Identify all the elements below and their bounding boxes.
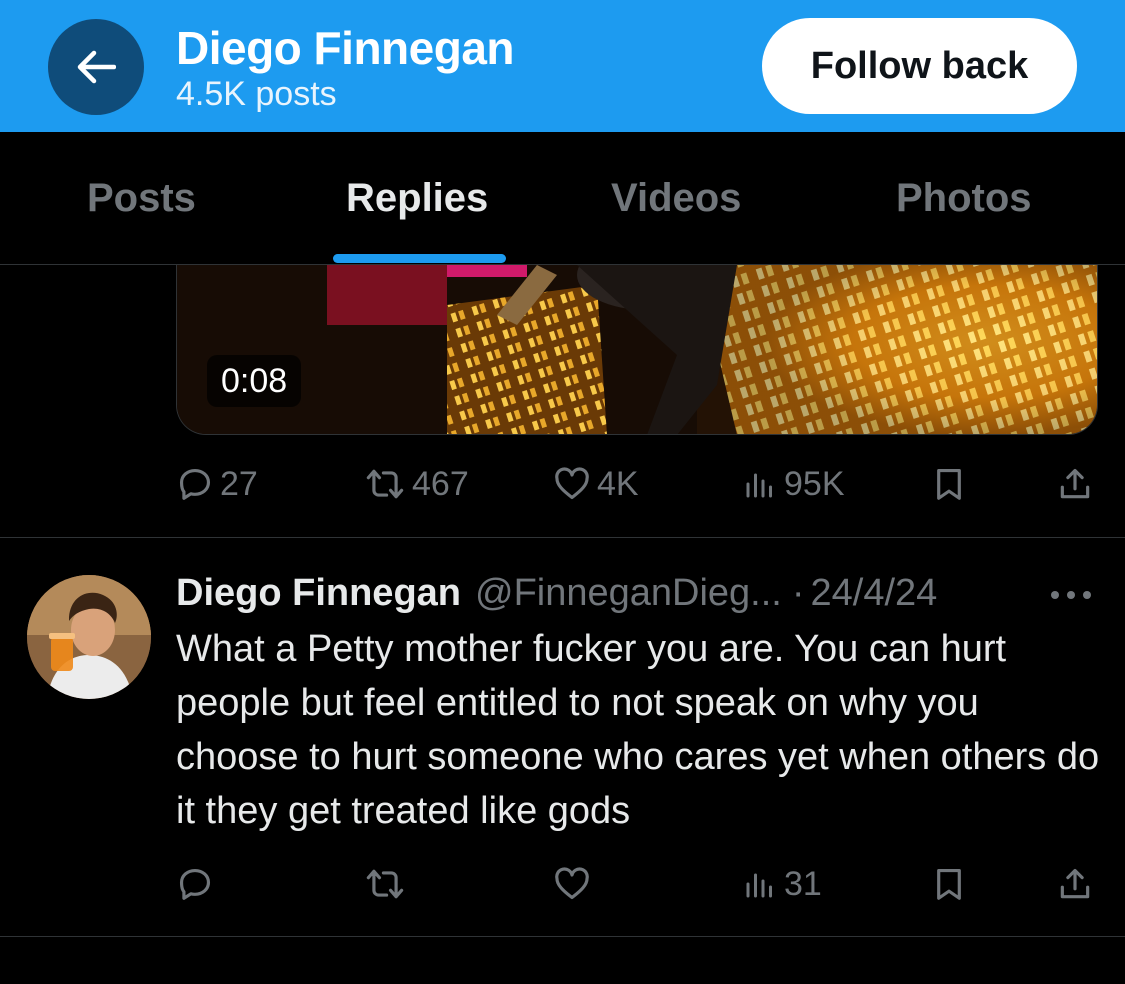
avatar[interactable] xyxy=(27,575,151,699)
video-thumbnail[interactable]: 0:08 xyxy=(176,265,1098,435)
tab-replies[interactable]: Replies xyxy=(346,174,488,222)
back-button[interactable] xyxy=(48,19,144,115)
views-button[interactable]: 31 xyxy=(742,862,822,906)
avatar-photo xyxy=(27,575,151,699)
post-divider xyxy=(0,936,1125,937)
repost-button[interactable]: 467 xyxy=(364,462,469,506)
bookmark-icon xyxy=(937,468,961,500)
tab-videos[interactable]: Videos xyxy=(611,174,741,222)
bookmark-button[interactable] xyxy=(930,862,968,906)
reply-button[interactable]: 27 xyxy=(176,462,258,506)
view-count: 95K xyxy=(784,464,845,503)
like-count: 4K xyxy=(597,464,639,503)
share-button[interactable] xyxy=(1056,862,1094,906)
repost-count: 467 xyxy=(412,464,469,503)
repost-icon xyxy=(366,869,404,899)
reply-button[interactable] xyxy=(176,862,220,906)
reply-icon xyxy=(179,868,211,900)
tweet-date[interactable]: 24/4/24 xyxy=(811,572,938,615)
tweet-header: Diego Finnegan @FinneganDieg... · 24/4/2… xyxy=(176,568,937,618)
tab-photos[interactable]: Photos xyxy=(896,174,1032,222)
post-count: 4.5K posts xyxy=(176,75,337,113)
analytics-icon xyxy=(746,873,772,898)
tweet-actions-bar: 31 xyxy=(176,862,1096,906)
tweet-text: What a Petty mother fucker you are. You … xyxy=(176,628,1100,832)
follow-back-button[interactable]: Follow back xyxy=(762,18,1077,114)
tab-posts[interactable]: Posts xyxy=(87,174,196,222)
video-frame-image xyxy=(177,265,1097,434)
like-button[interactable]: 4K xyxy=(553,462,639,506)
post-divider xyxy=(0,537,1125,538)
reply-icon xyxy=(179,468,211,500)
view-count: 31 xyxy=(784,864,822,903)
share-icon xyxy=(1060,468,1090,499)
heart-icon xyxy=(555,867,589,900)
heart-icon xyxy=(555,467,589,500)
views-button[interactable]: 95K xyxy=(742,462,845,506)
active-tab-indicator xyxy=(333,254,506,263)
profile-tabs: Posts Replies Videos Photos xyxy=(0,132,1125,264)
separator-dot: · xyxy=(791,571,805,614)
repost-icon xyxy=(366,469,404,499)
reply-count: 27 xyxy=(220,464,258,503)
share-button[interactable] xyxy=(1056,462,1094,506)
like-button[interactable] xyxy=(553,862,597,906)
bookmark-icon xyxy=(937,868,961,900)
share-icon xyxy=(1060,868,1090,899)
post-actions-bar: 27 467 4K 95K xyxy=(176,462,1096,506)
video-duration: 0:08 xyxy=(207,355,302,407)
bookmark-button[interactable] xyxy=(930,462,968,506)
arrow-left-icon xyxy=(77,50,116,84)
author-name[interactable]: Diego Finnegan xyxy=(176,572,461,615)
profile-name: Diego Finnegan xyxy=(176,22,515,74)
more-options-button[interactable] xyxy=(1046,580,1096,610)
profile-header: Diego Finnegan 4.5K posts Follow back xyxy=(0,0,1125,132)
analytics-icon xyxy=(746,473,772,498)
more-icon xyxy=(1051,591,1091,599)
repost-button[interactable] xyxy=(364,862,412,906)
author-handle[interactable]: @FinneganDieg... xyxy=(475,572,782,615)
